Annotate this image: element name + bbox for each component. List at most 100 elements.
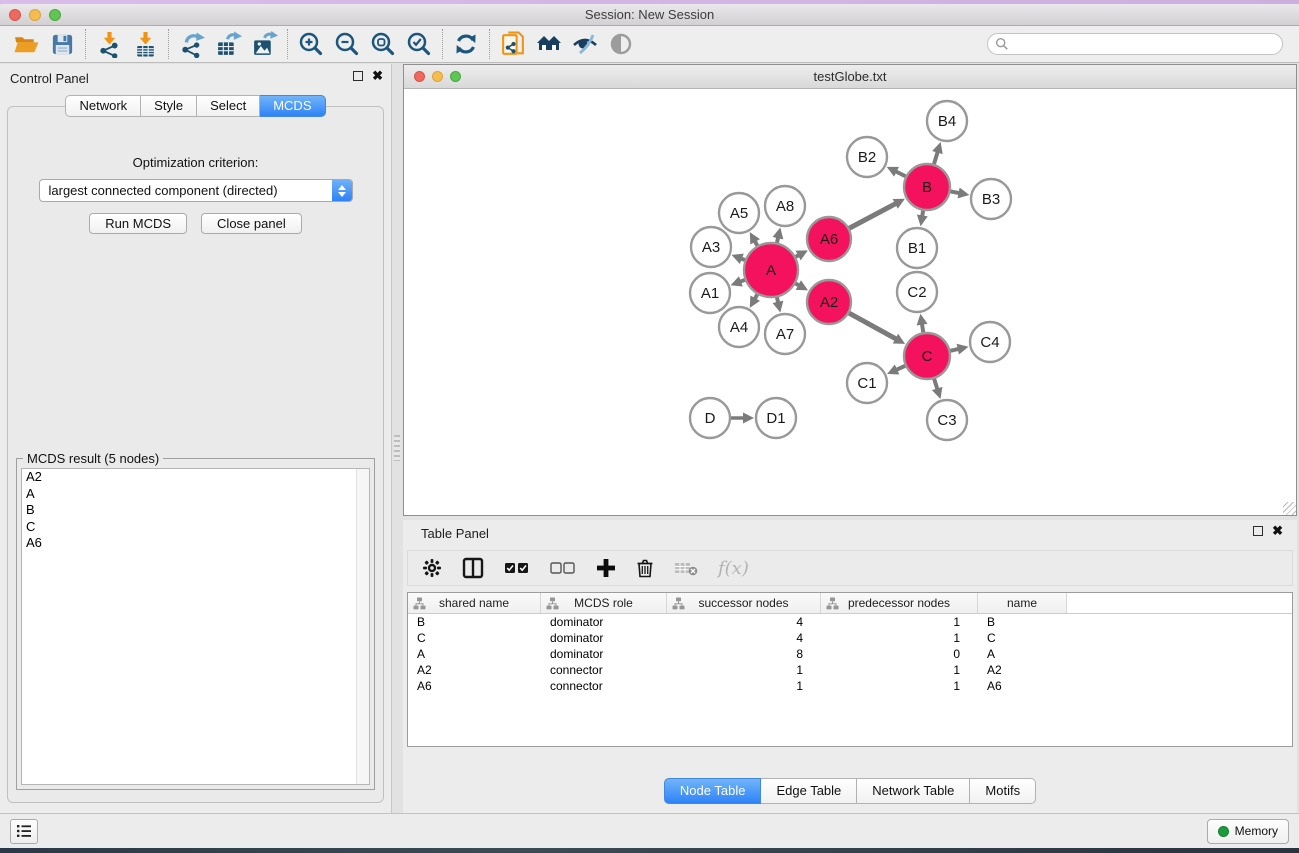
zoom-window-button[interactable] xyxy=(49,9,61,21)
tab-node-table[interactable]: Node Table xyxy=(664,778,762,804)
graph-node-label: A7 xyxy=(776,326,794,343)
result-item[interactable]: B xyxy=(22,502,369,519)
unselect-all-columns-button[interactable] xyxy=(550,555,576,581)
tab-network[interactable]: Network xyxy=(65,95,141,117)
houses-button[interactable] xyxy=(531,28,567,60)
column-header-predecessor-nodes[interactable]: predecessor nodes xyxy=(821,593,978,613)
tab-style[interactable]: Style xyxy=(141,95,197,117)
close-panel-button[interactable]: ✖ xyxy=(372,71,383,81)
tab-network-table[interactable]: Network Table xyxy=(857,778,970,804)
zoom-fit-button[interactable] xyxy=(365,28,401,60)
graph-edge-arrowhead xyxy=(917,314,928,326)
table-panel-header: Table Panel ✖ xyxy=(403,520,1297,548)
float-table-panel-button[interactable] xyxy=(1253,526,1263,536)
function-builder-button-disabled: f(x) xyxy=(718,558,749,579)
memory-button[interactable]: Memory xyxy=(1207,819,1289,844)
table-options-button[interactable] xyxy=(422,555,442,581)
table-row[interactable]: A2connector11A2 xyxy=(408,662,1292,678)
export-network-button[interactable] xyxy=(174,28,210,60)
column-header-shared-name[interactable]: shared name xyxy=(408,593,541,613)
criterion-value: largest connected component (directed) xyxy=(40,180,332,201)
import-network-button[interactable] xyxy=(91,28,127,60)
close-panel-button-2[interactable]: Close panel xyxy=(201,213,302,234)
network-close-button[interactable] xyxy=(414,71,425,82)
search-field[interactable] xyxy=(987,33,1283,55)
network-view-window: testGlobe.txt AA2A6BCA1A3A4A5A7A8B1B2B3B… xyxy=(403,64,1297,516)
show-graphics-details-button[interactable] xyxy=(603,28,639,60)
create-column-button[interactable] xyxy=(596,555,616,581)
criterion-select[interactable]: largest connected component (directed) xyxy=(39,179,353,202)
zoom-in-button[interactable] xyxy=(293,28,329,60)
plus-icon xyxy=(596,558,616,578)
graph-edge-A2-C[interactable] xyxy=(847,312,898,340)
table-cell: A6 xyxy=(978,678,1067,694)
graph-node-label: A5 xyxy=(730,205,748,222)
table-row[interactable]: Bdominator41B xyxy=(408,614,1292,630)
table-row[interactable]: Cdominator41C xyxy=(408,630,1292,646)
network-zoom-button[interactable] xyxy=(450,71,461,82)
close-window-button[interactable] xyxy=(9,9,21,21)
save-session-button[interactable] xyxy=(44,28,80,60)
network-window-title: testGlobe.txt xyxy=(404,65,1296,88)
zoom-selected-button[interactable] xyxy=(401,28,437,60)
table-row[interactable]: Adominator80A xyxy=(408,646,1292,662)
refresh-layout-button[interactable] xyxy=(448,28,484,60)
tab-mcds[interactable]: MCDS xyxy=(260,95,325,117)
export-table-button[interactable] xyxy=(210,28,246,60)
split-pane-icon xyxy=(462,557,484,579)
table-cell: A2 xyxy=(408,662,541,678)
show-panels-button[interactable] xyxy=(10,819,38,844)
network-graph: AA2A6BCA1A3A4A5A7A8B1B2B3B4C1C2C3C4DD1 xyxy=(405,90,1297,516)
duplicate-network-button[interactable] xyxy=(495,28,531,60)
graph-node-label: D1 xyxy=(766,410,785,427)
table-cell: A xyxy=(408,646,541,662)
column-header-MCDS-role[interactable]: MCDS role xyxy=(541,593,667,613)
tab-select[interactable]: Select xyxy=(197,95,260,117)
network-minimize-button[interactable] xyxy=(432,71,443,82)
unchecked-boxes-icon xyxy=(550,562,576,574)
tab-edge-table[interactable]: Edge Table xyxy=(761,778,857,804)
panel-splitter-handle[interactable] xyxy=(394,435,400,461)
graph-edge-arrowhead xyxy=(743,413,754,424)
export-network-icon xyxy=(179,31,206,58)
zoom-out-button[interactable] xyxy=(329,28,365,60)
import-table-button[interactable] xyxy=(127,28,163,60)
float-panel-button[interactable] xyxy=(353,71,363,81)
search-input[interactable] xyxy=(1009,37,1275,52)
export-table-icon xyxy=(215,31,242,58)
result-item[interactable]: C xyxy=(22,519,369,536)
export-image-button[interactable] xyxy=(246,28,282,60)
result-scrollbar[interactable] xyxy=(356,469,369,784)
tab-motifs[interactable]: Motifs xyxy=(970,778,1036,804)
mcds-result-list[interactable]: A2ABCA6 xyxy=(21,468,370,785)
result-item[interactable]: A xyxy=(22,486,369,503)
graph-node-label: A1 xyxy=(701,285,719,302)
result-item[interactable]: A6 xyxy=(22,535,369,552)
graph-edge-A6-B[interactable] xyxy=(847,203,897,230)
delete-column-button[interactable] xyxy=(636,555,654,581)
result-item[interactable]: A2 xyxy=(22,469,369,486)
select-all-columns-button[interactable] xyxy=(504,555,530,581)
toolbar-separator xyxy=(442,29,443,59)
show-column-panel-button[interactable] xyxy=(462,555,484,581)
column-header-successor-nodes[interactable]: successor nodes xyxy=(667,593,821,613)
close-table-panel-button[interactable]: ✖ xyxy=(1272,526,1283,536)
graph-edge-arrowhead xyxy=(773,227,784,239)
node-table[interactable]: shared nameMCDS rolesuccessor nodesprede… xyxy=(407,592,1293,747)
window-resize-grip[interactable] xyxy=(1283,502,1296,515)
table-row[interactable]: A6connector11A6 xyxy=(408,678,1292,694)
network-canvas[interactable]: AA2A6BCA1A3A4A5A7A8B1B2B3B4C1C2C3C4DD1 xyxy=(405,90,1295,514)
table-cell: A2 xyxy=(978,662,1067,678)
hide-graphics-details-button[interactable] xyxy=(567,28,603,60)
graph-node-label: C4 xyxy=(980,334,999,351)
column-header-name[interactable]: name xyxy=(978,593,1067,613)
zoom-out-icon xyxy=(334,31,360,57)
import-network-icon xyxy=(96,31,123,58)
table-cell: 1 xyxy=(821,662,978,678)
minimize-window-button[interactable] xyxy=(29,9,41,21)
table-cell: 1 xyxy=(821,630,978,646)
table-cell: connector xyxy=(541,662,667,678)
run-mcds-button[interactable]: Run MCDS xyxy=(89,213,187,234)
open-session-button[interactable] xyxy=(8,28,44,60)
network-window-titlebar: testGlobe.txt xyxy=(404,65,1296,89)
